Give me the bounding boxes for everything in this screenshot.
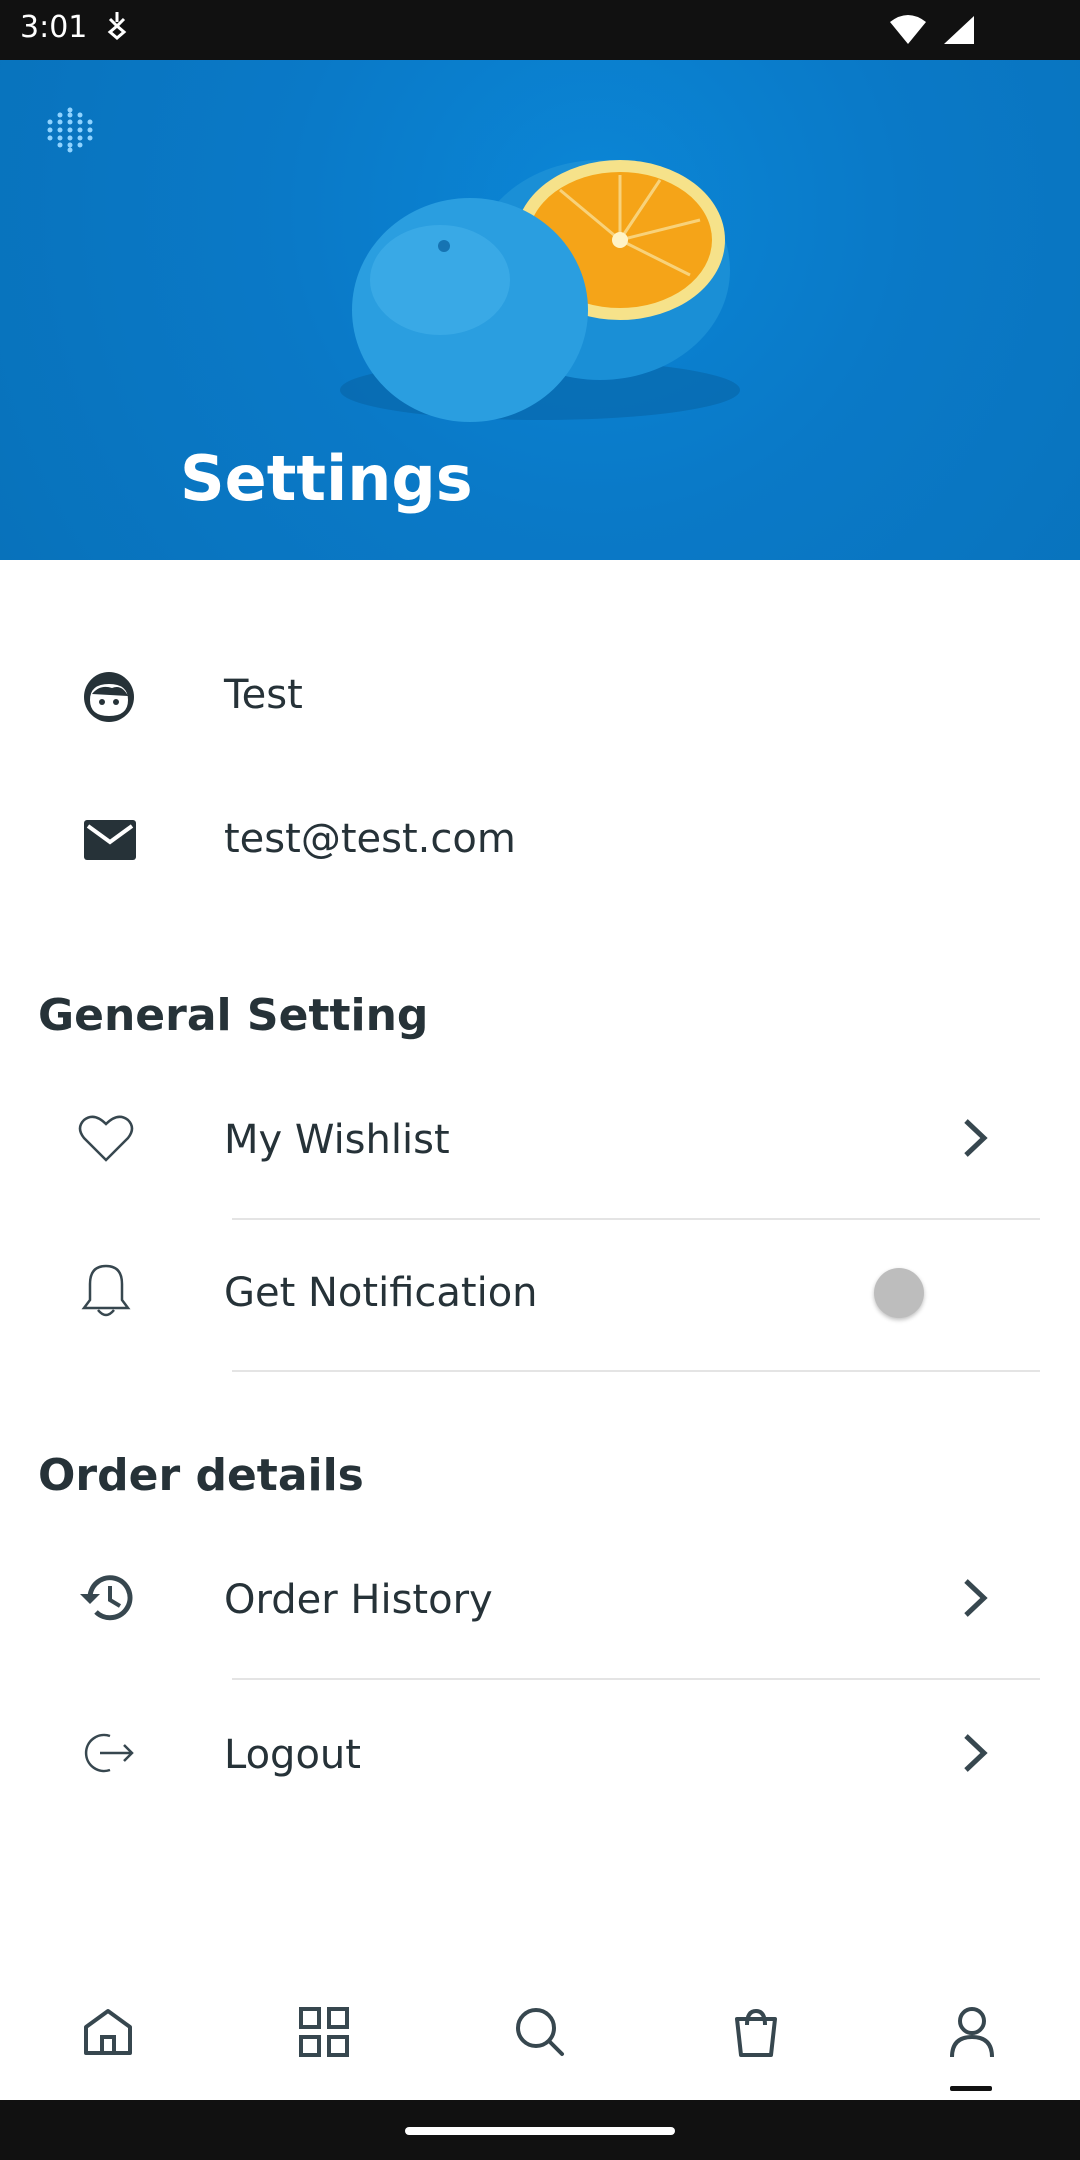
bottom-nav (0, 1970, 1080, 2100)
bag-icon (735, 2008, 777, 2057)
section-title-orders: Order details (38, 1450, 364, 1501)
home-icon (84, 2009, 132, 2055)
nav-cart[interactable] (716, 1992, 796, 2072)
profile-icon (950, 2007, 994, 2058)
status-time: 3:01 (20, 10, 88, 45)
chevron-right-icon (962, 1732, 988, 1778)
nav-active-indicator (950, 2086, 992, 2091)
profile-email-row: test@test.com (0, 780, 1080, 900)
status-icons (888, 14, 976, 46)
data-saver-icon (104, 10, 130, 44)
section-title-general: General Setting (38, 990, 429, 1041)
mail-icon (82, 818, 138, 866)
logout-icon (78, 1730, 136, 1780)
grid-icon (299, 2007, 349, 2057)
nav-categories[interactable] (284, 1992, 364, 2072)
history-icon (78, 1572, 136, 1628)
face-icon (82, 670, 136, 728)
system-nav-bar (0, 2100, 1080, 2160)
wifi-icon (890, 15, 926, 44)
nav-search[interactable] (500, 1992, 580, 2072)
order-history-label: Order History (224, 1577, 493, 1623)
signal-icon (944, 16, 974, 44)
nav-home[interactable] (68, 1992, 148, 2072)
notification-row: Get Notification (0, 1218, 1080, 1368)
divider (232, 1370, 1040, 1372)
logout-row[interactable]: Logout (0, 1680, 1080, 1830)
profile-email: test@test.com (224, 816, 516, 862)
bell-icon (78, 1262, 134, 1324)
hero-orange-image (340, 160, 740, 422)
heart-icon (78, 1112, 134, 1168)
chevron-right-icon (962, 1117, 988, 1163)
logout-label: Logout (224, 1732, 361, 1778)
notification-toggle[interactable] (874, 1268, 924, 1318)
order-history-row[interactable]: Order History (0, 1525, 1080, 1675)
notification-label: Get Notification (224, 1270, 538, 1316)
profile-name-row: Test (0, 636, 1080, 756)
wishlist-row[interactable]: My Wishlist (0, 1065, 1080, 1215)
search-icon (516, 2008, 564, 2056)
pattern-dots-icon (47, 107, 93, 153)
wishlist-label: My Wishlist (224, 1117, 450, 1163)
chevron-right-icon (962, 1577, 988, 1623)
gesture-handle[interactable] (405, 2127, 675, 2135)
status-bar: 3:01 (0, 0, 1080, 60)
page-title: Settings (180, 442, 473, 515)
hero-header: Settings (0, 60, 1080, 560)
profile-name: Test (224, 672, 303, 718)
nav-profile[interactable] (932, 1992, 1012, 2072)
